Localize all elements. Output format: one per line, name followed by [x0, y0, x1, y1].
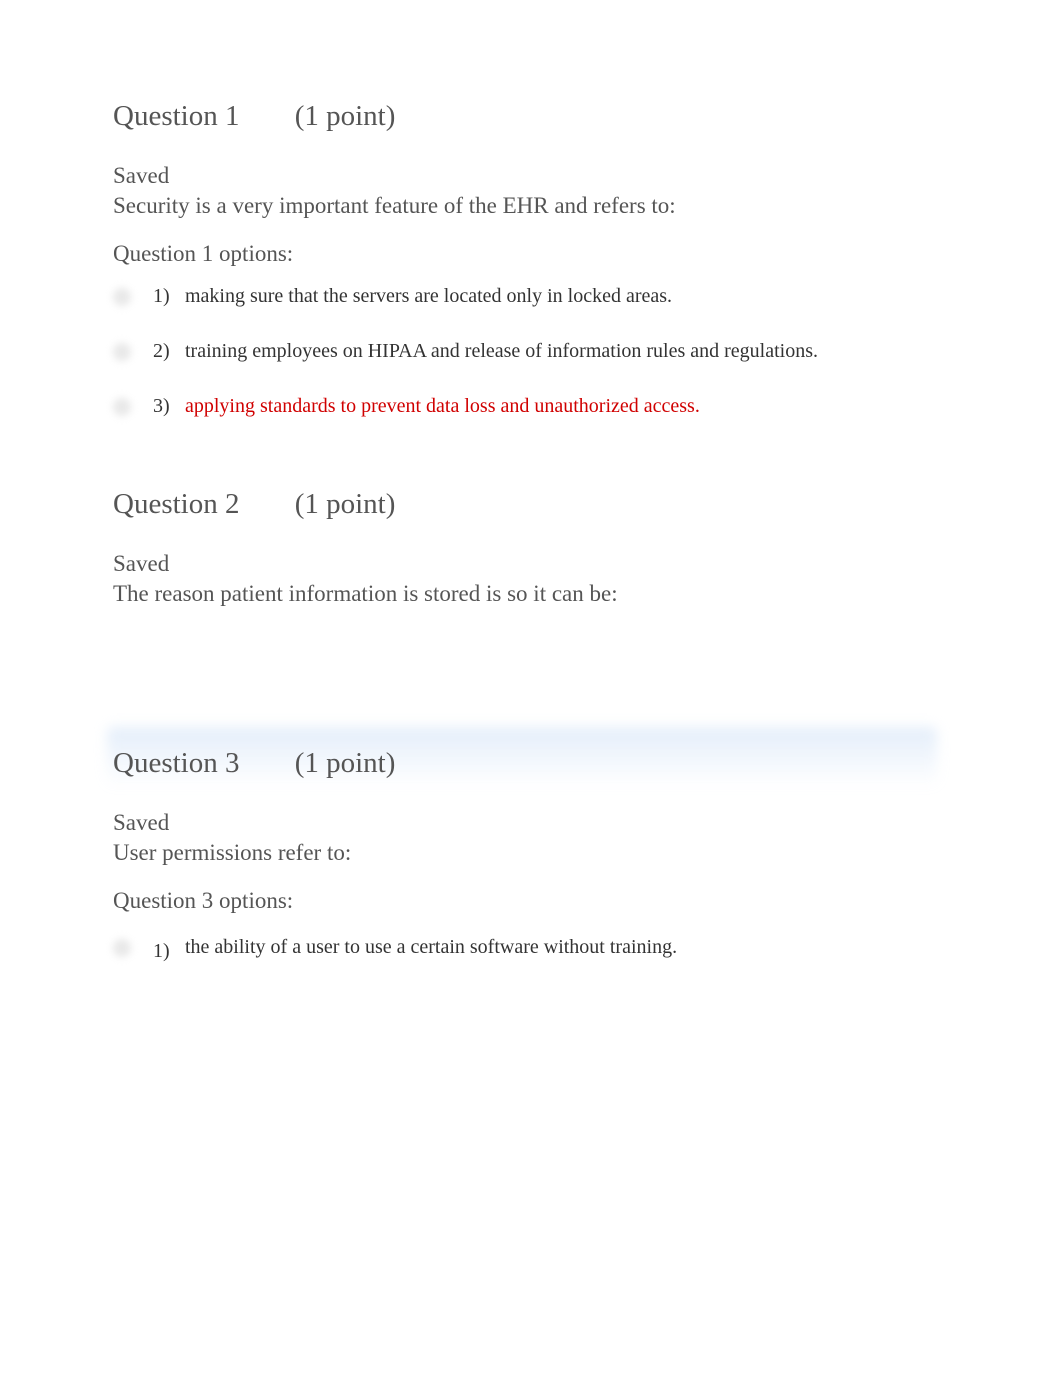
option-number: 1)	[153, 285, 181, 308]
status-badge: Saved	[113, 163, 1062, 189]
question-3-block: Question 3 (1 point) Saved User permissi…	[113, 747, 1062, 963]
option-text: making sure that the servers are located…	[181, 285, 672, 308]
question-prompt: The reason patient information is stored…	[113, 581, 1062, 607]
question-points: (1 point)	[295, 747, 396, 780]
options-label: Question 3 options:	[113, 888, 1062, 914]
option-number: 1)	[153, 932, 181, 963]
radio-icon[interactable]	[113, 398, 131, 416]
option-number: 2)	[153, 340, 181, 363]
option-text: training employees on HIPAA and release …	[181, 340, 818, 363]
question-1-block: Question 1 (1 point) Saved Security is a…	[113, 100, 1062, 418]
status-badge: Saved	[113, 810, 1062, 836]
question-number: Question 3	[113, 747, 239, 780]
question-2-block: Question 2 (1 point) Saved The reason pa…	[113, 488, 1062, 607]
question-points: (1 point)	[295, 488, 396, 521]
option-text: applying standards to prevent data loss …	[181, 395, 700, 418]
option-row: 1) making sure that the servers are loca…	[113, 285, 1062, 308]
question-prompt: User permissions refer to:	[113, 840, 1062, 866]
question-2-header: Question 2 (1 point)	[113, 488, 1062, 521]
radio-icon[interactable]	[113, 343, 131, 361]
status-badge: Saved	[113, 551, 1062, 577]
radio-icon[interactable]	[113, 288, 131, 306]
option-row: 1) the ability of a user to use a certai…	[113, 932, 1062, 963]
options-label: Question 1 options:	[113, 241, 1062, 267]
question-prompt: Security is a very important feature of …	[113, 193, 1062, 219]
question-3-header: Question 3 (1 point)	[113, 747, 1062, 780]
option-row: 3) applying standards to prevent data lo…	[113, 395, 1062, 418]
question-number: Question 2	[113, 488, 239, 521]
radio-icon[interactable]	[113, 939, 131, 957]
option-number: 3)	[153, 395, 181, 418]
question-number: Question 1	[113, 100, 239, 133]
option-text: the ability of a user to use a certain s…	[181, 936, 677, 959]
question-1-header: Question 1 (1 point)	[113, 100, 1062, 133]
question-points: (1 point)	[295, 100, 396, 133]
option-row: 2) training employees on HIPAA and relea…	[113, 340, 1062, 363]
